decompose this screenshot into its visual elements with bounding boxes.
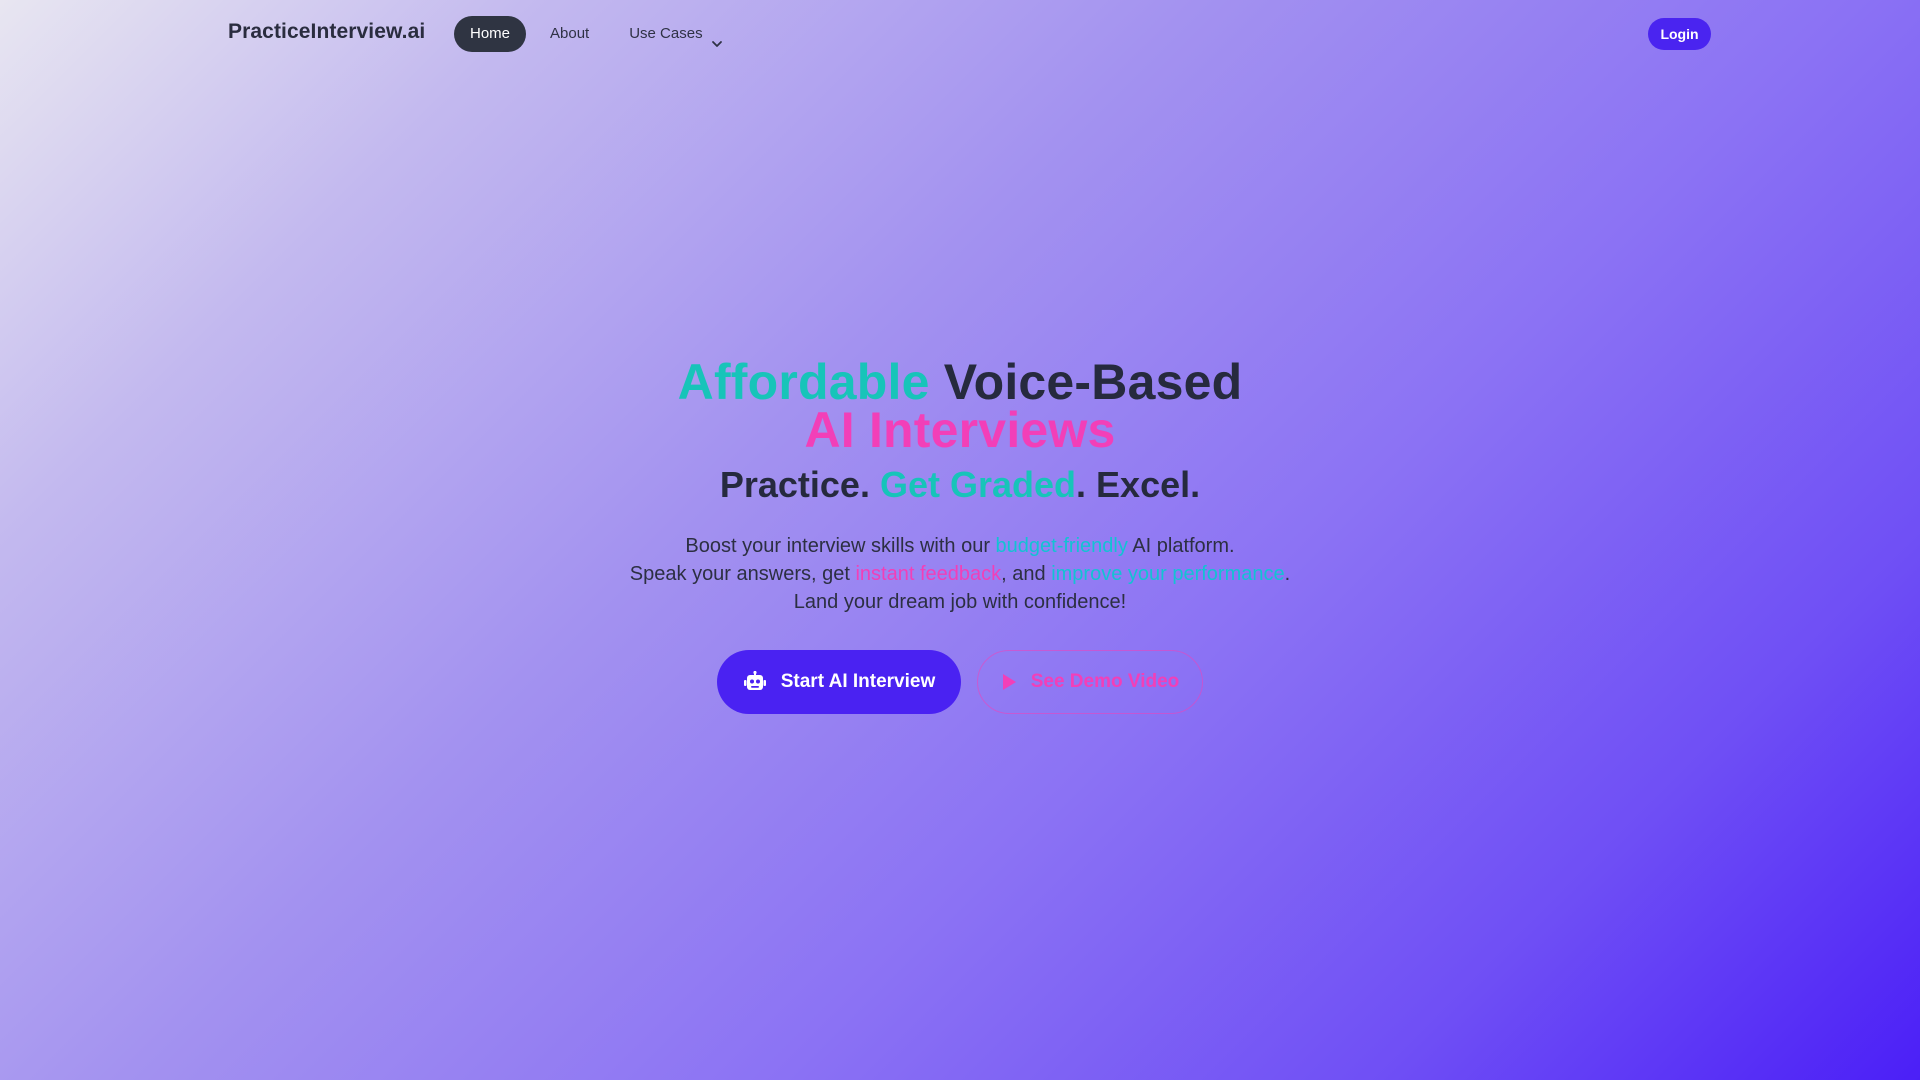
desc-line1-accent: budget-friendly (995, 535, 1128, 557)
desc-line2: Speak your answers, get instant feedback… (0, 560, 1920, 588)
desc-line2-mid: , and (1001, 563, 1052, 585)
desc-line2-pre: Speak your answers, get (629, 563, 856, 585)
brand-logo[interactable]: PracticeInterview.ai (228, 20, 425, 44)
nav-item-home[interactable]: Home (454, 16, 527, 52)
start-ai-interview-label: Start AI Interview (780, 671, 936, 692)
hero-section: Affordable Voice-Based AI Interviews Pra… (0, 357, 1920, 714)
hero-buttons: Start AI Interview See Demo Video (0, 650, 1920, 714)
chevron-down-icon (711, 28, 723, 47)
start-ai-interview-button[interactable]: Start AI Interview (717, 650, 961, 714)
nav-item-about-label: About (550, 25, 590, 42)
desc-line2-accent2: improve your performance (1051, 563, 1285, 585)
subtitle-accent: Get Graded (879, 464, 1077, 505)
play-icon (1001, 673, 1017, 691)
subtitle-part1: Practice. (719, 464, 880, 505)
hero-subtitle: Practice. Get Graded. Excel. (0, 460, 1920, 510)
robot-icon (743, 671, 767, 693)
see-demo-video-label: See Demo Video (1030, 671, 1180, 692)
nav-item-about[interactable]: About (534, 16, 605, 52)
hero-title-line1: Affordable Voice-Based (0, 357, 1920, 407)
hero-title-line2: AI Interviews (804, 402, 1116, 458)
desc-line2-accent1: instant feedback (855, 563, 1002, 585)
desc-line1-pre: Boost your interview skills with our (685, 535, 996, 557)
see-demo-video-button[interactable]: See Demo Video (977, 650, 1203, 714)
desc-line1: Boost your interview skills with our bud… (0, 532, 1920, 560)
subtitle-part2: . Excel. (1076, 464, 1201, 505)
desc-line1-post: AI platform. (1127, 535, 1235, 557)
nav-links: Home About Use Cases (454, 16, 747, 52)
hero-description: Boost your interview skills with our bud… (0, 532, 1920, 616)
nav-item-use-cases[interactable]: Use Cases (613, 16, 738, 52)
nav-item-use-cases-label: Use Cases (629, 25, 703, 42)
login-button[interactable]: Login (1648, 18, 1711, 50)
desc-line2-post: . (1284, 563, 1291, 585)
desc-line3: Land your dream job with confidence! (793, 591, 1127, 613)
top-navigation: PracticeInterview.ai Home About Use Case… (0, 0, 1920, 68)
nav-item-home-label: Home (470, 25, 511, 42)
